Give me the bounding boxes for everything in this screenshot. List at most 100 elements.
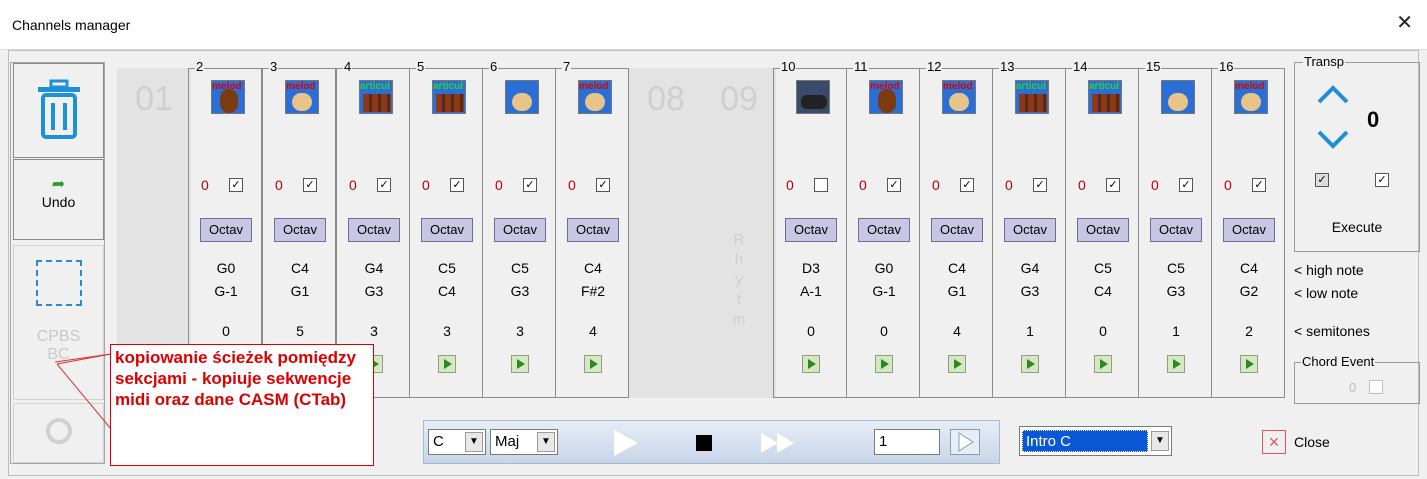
enable-checkbox[interactable]: ✓ <box>960 178 974 192</box>
octav-button[interactable]: Octav <box>785 218 837 242</box>
high-note: G0 <box>216 260 236 276</box>
transpose-value: 0 <box>495 177 503 193</box>
low-note: A-1 <box>800 283 822 299</box>
octav-button[interactable]: Octav <box>1223 218 1275 242</box>
enable-checkbox[interactable]: ✓ <box>523 178 537 192</box>
play-channel-button[interactable] <box>584 355 602 373</box>
play-channel-button[interactable] <box>948 355 966 373</box>
guitar-icon[interactable]: melod <box>285 80 319 114</box>
articulation-icon[interactable]: articul <box>359 80 393 114</box>
enable-checkbox[interactable]: ✓ <box>303 178 317 192</box>
channel-number: 15 <box>1145 59 1162 75</box>
enable-checkbox[interactable]: ✓ <box>377 178 391 192</box>
enable-checkbox[interactable]: ✓ <box>1033 178 1047 192</box>
transpose-checkbox-2[interactable]: ✓ <box>1375 173 1389 187</box>
play-channel-button[interactable] <box>1094 355 1112 373</box>
octav-button[interactable]: Octav <box>494 218 546 242</box>
section-select[interactable]: Intro C ▼ <box>1019 426 1172 456</box>
execute-button[interactable]: Execute <box>1295 219 1419 235</box>
fast-forward-icon[interactable] <box>759 431 797 455</box>
enable-checkbox[interactable]: ✓ <box>596 178 610 192</box>
articulation-icon[interactable]: articul <box>432 80 466 114</box>
chevron-up-icon[interactable] <box>1316 83 1350 105</box>
play-icon[interactable] <box>610 428 640 458</box>
low-note: C4 <box>1094 283 1112 299</box>
stop-icon[interactable] <box>696 435 712 451</box>
guitar-icon[interactable] <box>505 80 539 114</box>
play-channel-button[interactable] <box>511 355 529 373</box>
channel-number: 2 <box>195 59 205 75</box>
play-channel-button[interactable] <box>1021 355 1039 373</box>
delete-button[interactable] <box>13 63 104 158</box>
enable-checkbox[interactable]: ✓ <box>1179 178 1193 192</box>
transpose-value: 0 <box>1005 177 1013 193</box>
play-channel-button[interactable] <box>438 355 456 373</box>
undo-arrow-icon: ➦ <box>51 176 66 193</box>
drums-icon[interactable] <box>796 80 830 114</box>
enable-checkbox[interactable]: ✓ <box>450 178 464 192</box>
octav-button[interactable]: Octav <box>858 218 910 242</box>
chevron-down-icon: ▼ <box>1151 431 1169 451</box>
octav-button[interactable]: Octav <box>1150 218 1202 242</box>
semitones: 1 <box>1172 323 1180 339</box>
enable-checkbox[interactable]: ✓ <box>229 178 243 192</box>
octav-button[interactable]: Octav <box>421 218 473 242</box>
window-close-icon[interactable]: ✕ <box>1396 13 1413 33</box>
key-select[interactable]: C ▼ <box>428 429 486 455</box>
bar-input[interactable]: 1 <box>874 429 940 455</box>
octav-button[interactable]: Octav <box>931 218 983 242</box>
chevron-down-icon[interactable] <box>1316 129 1350 151</box>
high-note: G4 <box>1020 260 1040 276</box>
guitar-icon[interactable] <box>1161 80 1195 114</box>
octav-button[interactable]: Octav <box>567 218 619 242</box>
enable-checkbox[interactable]: ✓ <box>1252 178 1266 192</box>
octav-button[interactable]: Octav <box>348 218 400 242</box>
transpose-checkbox-1[interactable]: ✓ <box>1315 173 1329 187</box>
octav-button[interactable]: Octav <box>1004 218 1056 242</box>
guitar-icon[interactable]: melod <box>942 80 976 114</box>
instrument-tag: melod <box>286 81 316 92</box>
transpose-value: 0 <box>786 177 794 193</box>
high-note: C5 <box>511 260 529 276</box>
octav-button[interactable]: Octav <box>274 218 326 242</box>
articulation-icon[interactable]: articul <box>1015 80 1049 114</box>
high-note: D3 <box>802 260 820 276</box>
chord-event-value: 0 <box>1349 380 1357 395</box>
enable-checkbox[interactable]: ✓ <box>1106 178 1120 192</box>
annotation-note: kopiowanie ścieżek pomiędzy sekcjami - k… <box>110 344 374 466</box>
mode-select[interactable]: Maj ▼ <box>490 429 558 455</box>
articulation-icon[interactable]: articul <box>1088 80 1122 114</box>
instrument-tag: melod <box>1235 81 1265 92</box>
channel-14: 14 articul 0 ✓ Octav C5 C4 0 <box>1065 59 1139 398</box>
cello-icon[interactable]: melod <box>211 80 245 114</box>
semitones-legend: < semitones <box>1294 323 1370 339</box>
undo-button[interactable]: ➦ Undo <box>13 159 104 240</box>
semitones: 0 <box>222 323 230 339</box>
semitones: 0 <box>1099 323 1107 339</box>
close-button[interactable]: × Close <box>1262 430 1352 456</box>
high-note: C5 <box>438 260 456 276</box>
title-bar: Channels manager ✕ <box>0 0 1427 50</box>
high-note-legend: < high note <box>1294 262 1364 278</box>
play-channel-button[interactable] <box>1240 355 1258 373</box>
transpose-value: 0 <box>201 177 209 193</box>
instrument-tag: melod <box>579 81 609 92</box>
low-note: G1 <box>947 283 967 299</box>
octav-button[interactable]: Octav <box>1077 218 1129 242</box>
next-section-button[interactable] <box>950 429 980 455</box>
channel-number: 4 <box>343 59 353 75</box>
guitar-icon[interactable]: melod <box>1234 80 1268 114</box>
play-channel-button[interactable] <box>875 355 893 373</box>
enable-checkbox[interactable]: ✓ <box>887 178 901 192</box>
octav-button[interactable]: Octav <box>200 218 252 242</box>
play-channel-button[interactable] <box>1167 355 1185 373</box>
guitar-icon[interactable]: melod <box>578 80 612 114</box>
enable-checkbox[interactable] <box>814 178 828 192</box>
player-bar: C ▼ Maj ▼ 1 <box>423 420 1000 464</box>
transpose-value: 0 <box>932 177 940 193</box>
play-channel-button[interactable] <box>802 355 820 373</box>
channel-number: 11 <box>853 59 869 75</box>
cello-icon[interactable]: melod <box>869 80 903 114</box>
chord-event-checkbox[interactable] <box>1369 380 1383 394</box>
low-note: G-1 <box>214 283 238 299</box>
